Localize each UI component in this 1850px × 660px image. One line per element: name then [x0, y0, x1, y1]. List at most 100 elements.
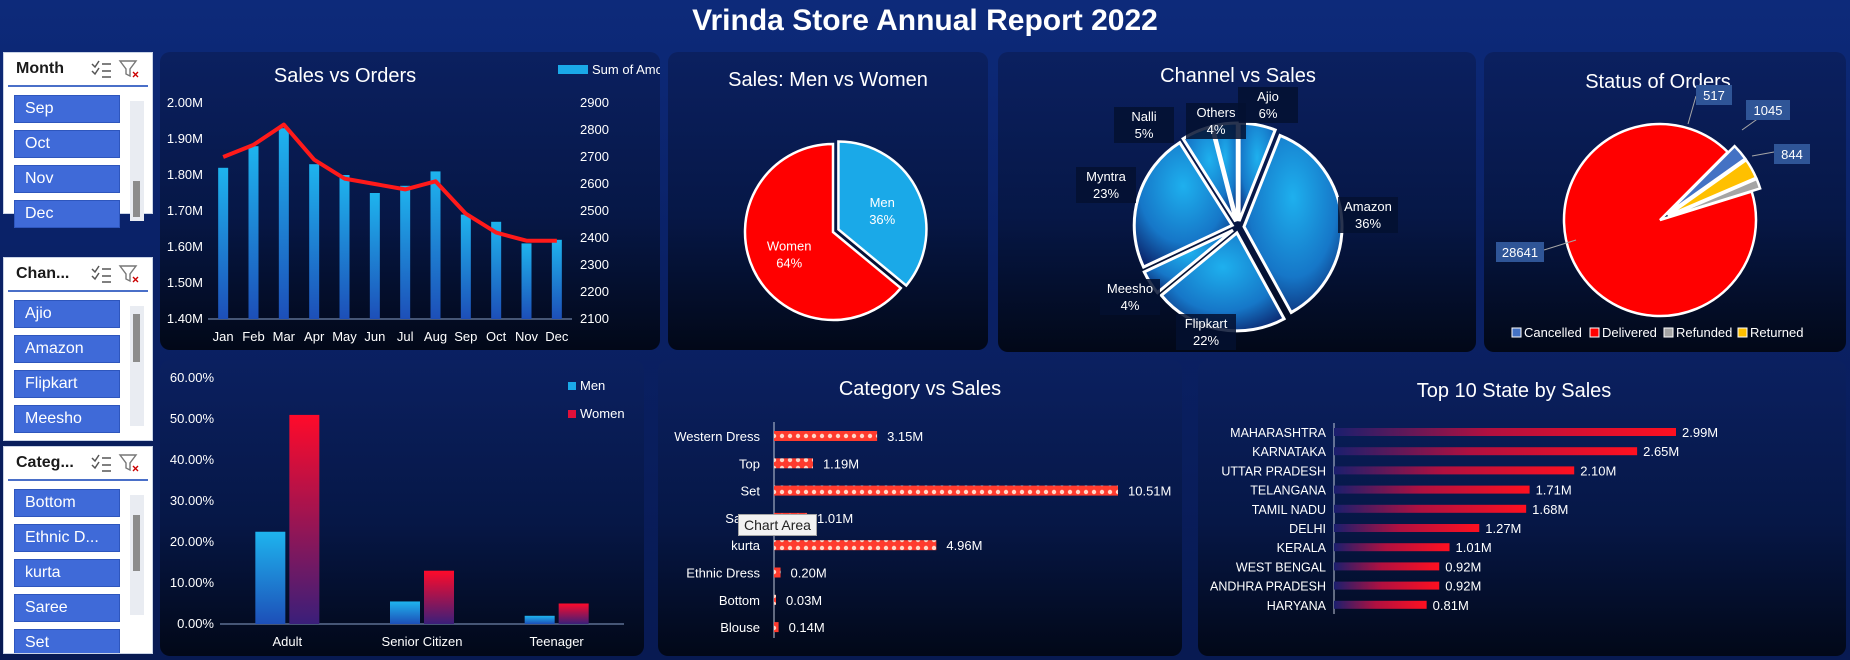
sales-vs-orders-panel[interactable]: Sales vs Orders Sum of Amount 1.40M 1.50M…: [160, 52, 660, 350]
slice-value-label: 64%: [776, 256, 802, 271]
channel-slicer[interactable]: Chan... Ajio Amazon Flipkart Meesho: [3, 257, 153, 441]
men-vs-women-panel[interactable]: Sales: Men vs Women Men 36% Women 64%: [668, 52, 988, 350]
state-label: KERALA: [1277, 541, 1327, 555]
scroll-thumb[interactable]: [133, 181, 140, 217]
channel-vs-sales-chart: Channel vs Sales Ajio 6% Amazon 36% Flipkart…: [1076, 65, 1398, 350]
bar-blouse: [774, 622, 779, 633]
y-left-tick: 2.00M: [167, 95, 203, 110]
slice-value-label: 36%: [1355, 216, 1381, 231]
data-label: 0.81M: [1433, 598, 1469, 613]
bar-jul: [400, 185, 411, 319]
category-label: kurta: [731, 538, 761, 553]
slice-name-label: Amazon: [1344, 199, 1392, 214]
bar-women: [289, 414, 320, 624]
slicer-scrollbar[interactable]: [130, 306, 144, 426]
slicer-scrollbar[interactable]: [130, 495, 144, 615]
legend-label: Delivered: [1602, 325, 1657, 340]
y-right-tick: 2200: [580, 284, 609, 299]
category-label: Top: [739, 456, 760, 471]
data-label: 0.20M: [791, 566, 827, 581]
data-label: 0.92M: [1445, 579, 1481, 594]
slice-value-label: 4%: [1207, 122, 1226, 137]
slicer-item-saree[interactable]: Saree: [14, 594, 120, 622]
x-tick: Senior Citizen: [382, 634, 463, 649]
y-tick: 10.00%: [170, 575, 215, 590]
data-label: 28641: [1502, 245, 1538, 260]
bar-haryana: [1334, 600, 1427, 609]
category-vs-sales-panel[interactable]: Category vs Sales Western Dress 3.15M Top 1…: [658, 360, 1182, 656]
slice-value-label: 4%: [1121, 298, 1140, 313]
slicer-item-dec[interactable]: Dec: [14, 200, 120, 228]
slicer-item-bottom[interactable]: Bottom: [14, 489, 120, 517]
data-label: 1045: [1754, 103, 1783, 118]
slicer-item-nov[interactable]: Nov: [14, 165, 120, 193]
y-left-tick: 1.60M: [167, 239, 203, 254]
category-label: Blouse: [720, 620, 760, 635]
data-label: 1.01M: [817, 511, 853, 526]
slicer-title: Chan...: [16, 265, 70, 282]
top-states-panel[interactable]: Top 10 State by Sales MAHARASHTRA 2.99M KA…: [1198, 360, 1846, 656]
slicer-scrollbar[interactable]: [130, 101, 144, 221]
chart-title: Channel vs Sales: [1160, 65, 1316, 87]
state-label: ANDHRA PRADESH: [1210, 580, 1326, 594]
data-label: 0.92M: [1445, 559, 1481, 574]
slicer-item-ajio[interactable]: Ajio: [14, 300, 120, 328]
clear-filter-icon[interactable]: [118, 453, 140, 473]
category-vs-sales-chart: Category vs Sales Western Dress 3.15M Top 1…: [674, 378, 1171, 638]
x-tick: Jan: [213, 329, 234, 344]
clear-filter-icon[interactable]: [118, 264, 140, 284]
slicer-item-sep[interactable]: Sep: [14, 95, 120, 123]
y-right-tick: 2100: [580, 311, 609, 326]
category-label: Set: [740, 484, 760, 499]
legend-label: Sum of Amount: [592, 62, 660, 77]
multi-select-icon[interactable]: [90, 453, 112, 473]
y-left-tick: 1.80M: [167, 167, 203, 182]
bar-bottom: [774, 594, 776, 605]
slicer-item-set[interactable]: Set: [14, 629, 120, 653]
page-title: Vrinda Store Annual Report 2022: [692, 4, 1158, 37]
slicer-item-kurta[interactable]: kurta: [14, 559, 120, 587]
data-label: 10.51M: [1128, 484, 1171, 499]
scroll-thumb[interactable]: [133, 314, 140, 362]
legend-swatch: [1589, 327, 1600, 338]
channel-vs-sales-panel[interactable]: Channel vs Sales Ajio 6% Amazon 36% Flipkart…: [998, 52, 1476, 352]
status-of-orders-panel[interactable]: Status of Orders 28641 844 1045 517 Cancelle…: [1484, 52, 1846, 352]
bar-west-bengal: [1334, 562, 1440, 571]
slicer-item-amazon[interactable]: Amazon: [14, 335, 120, 363]
men-vs-women-chart: Sales: Men vs Women Men 36% Women 64%: [728, 69, 928, 322]
slice-name-label: Myntra: [1086, 169, 1127, 184]
slice-value-label: 22%: [1193, 333, 1219, 348]
bar-tamil-nadu: [1334, 504, 1527, 513]
x-tick: May: [332, 329, 357, 344]
month-slicer[interactable]: Month Sep Oct Nov Dec: [3, 52, 153, 228]
y-right-tick: 2500: [580, 203, 609, 218]
slice-value-label: 6%: [1259, 106, 1278, 121]
y-right-tick: 2800: [580, 122, 609, 137]
category-label: Western Dress: [674, 429, 760, 444]
bar-sep: [460, 214, 471, 319]
slicer-item-ethnic-dress[interactable]: Ethnic D...: [14, 524, 120, 552]
slicer-item-meesho[interactable]: Meesho: [14, 405, 120, 433]
y-left-tick: 1.90M: [167, 131, 203, 146]
slicer-item-flipkart[interactable]: Flipkart: [14, 370, 120, 398]
slicer-item-oct[interactable]: Oct: [14, 130, 120, 158]
leader-line: [1751, 151, 1775, 157]
leader-line: [1687, 95, 1697, 125]
category-slicer[interactable]: Categ... Bottom Ethnic D... kurta Saree …: [3, 446, 153, 654]
slice-name-label: Nalli: [1131, 109, 1156, 124]
scroll-thumb[interactable]: [133, 515, 140, 571]
clear-filter-icon[interactable]: [118, 59, 140, 79]
bar-mar: [278, 128, 289, 319]
multi-select-icon[interactable]: [90, 264, 112, 284]
slice-value-label: 36%: [869, 212, 895, 227]
bar-uttar-pradesh: [1334, 466, 1575, 475]
x-tick: Oct: [486, 329, 507, 344]
slice-name-label: Ajio: [1257, 89, 1279, 104]
y-tick: 20.00%: [170, 534, 215, 549]
chart-title: Category vs Sales: [839, 378, 1001, 400]
state-label: TELANGANA: [1250, 484, 1326, 498]
status-of-orders-chart: Status of Orders 286418441045517Cancelle…: [1496, 71, 1810, 340]
legend-swatch: [568, 382, 576, 390]
age-gender-panel[interactable]: 0.00% 10.00% 20.00% 30.00% 40.00% 50.00% 60.00…: [160, 360, 644, 656]
multi-select-icon[interactable]: [90, 59, 112, 79]
